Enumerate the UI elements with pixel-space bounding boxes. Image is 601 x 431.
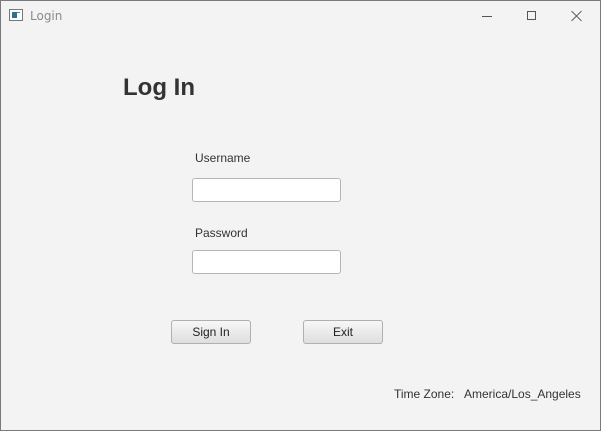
exit-button[interactable]: Exit	[303, 320, 383, 344]
timezone-label: Time Zone:	[394, 387, 455, 401]
timezone-value: America/Los_Angeles	[464, 387, 581, 401]
close-icon	[571, 10, 583, 22]
minimize-icon	[482, 16, 492, 17]
maximize-icon	[527, 11, 536, 20]
app-window-icon	[9, 9, 23, 21]
password-label: Password	[195, 226, 248, 240]
sign-in-button[interactable]: Sign In	[171, 320, 251, 344]
page-title: Log In	[123, 74, 195, 101]
close-button[interactable]	[554, 1, 600, 32]
minimize-button[interactable]	[464, 1, 510, 32]
window-title: Login	[30, 9, 63, 23]
username-label: Username	[195, 151, 251, 165]
maximize-button[interactable]	[509, 1, 555, 32]
login-window: Login Log In Username Password Sign In E…	[0, 0, 601, 431]
password-field[interactable]	[192, 250, 341, 274]
title-bar[interactable]: Login	[1, 1, 600, 32]
username-field[interactable]	[192, 178, 341, 202]
